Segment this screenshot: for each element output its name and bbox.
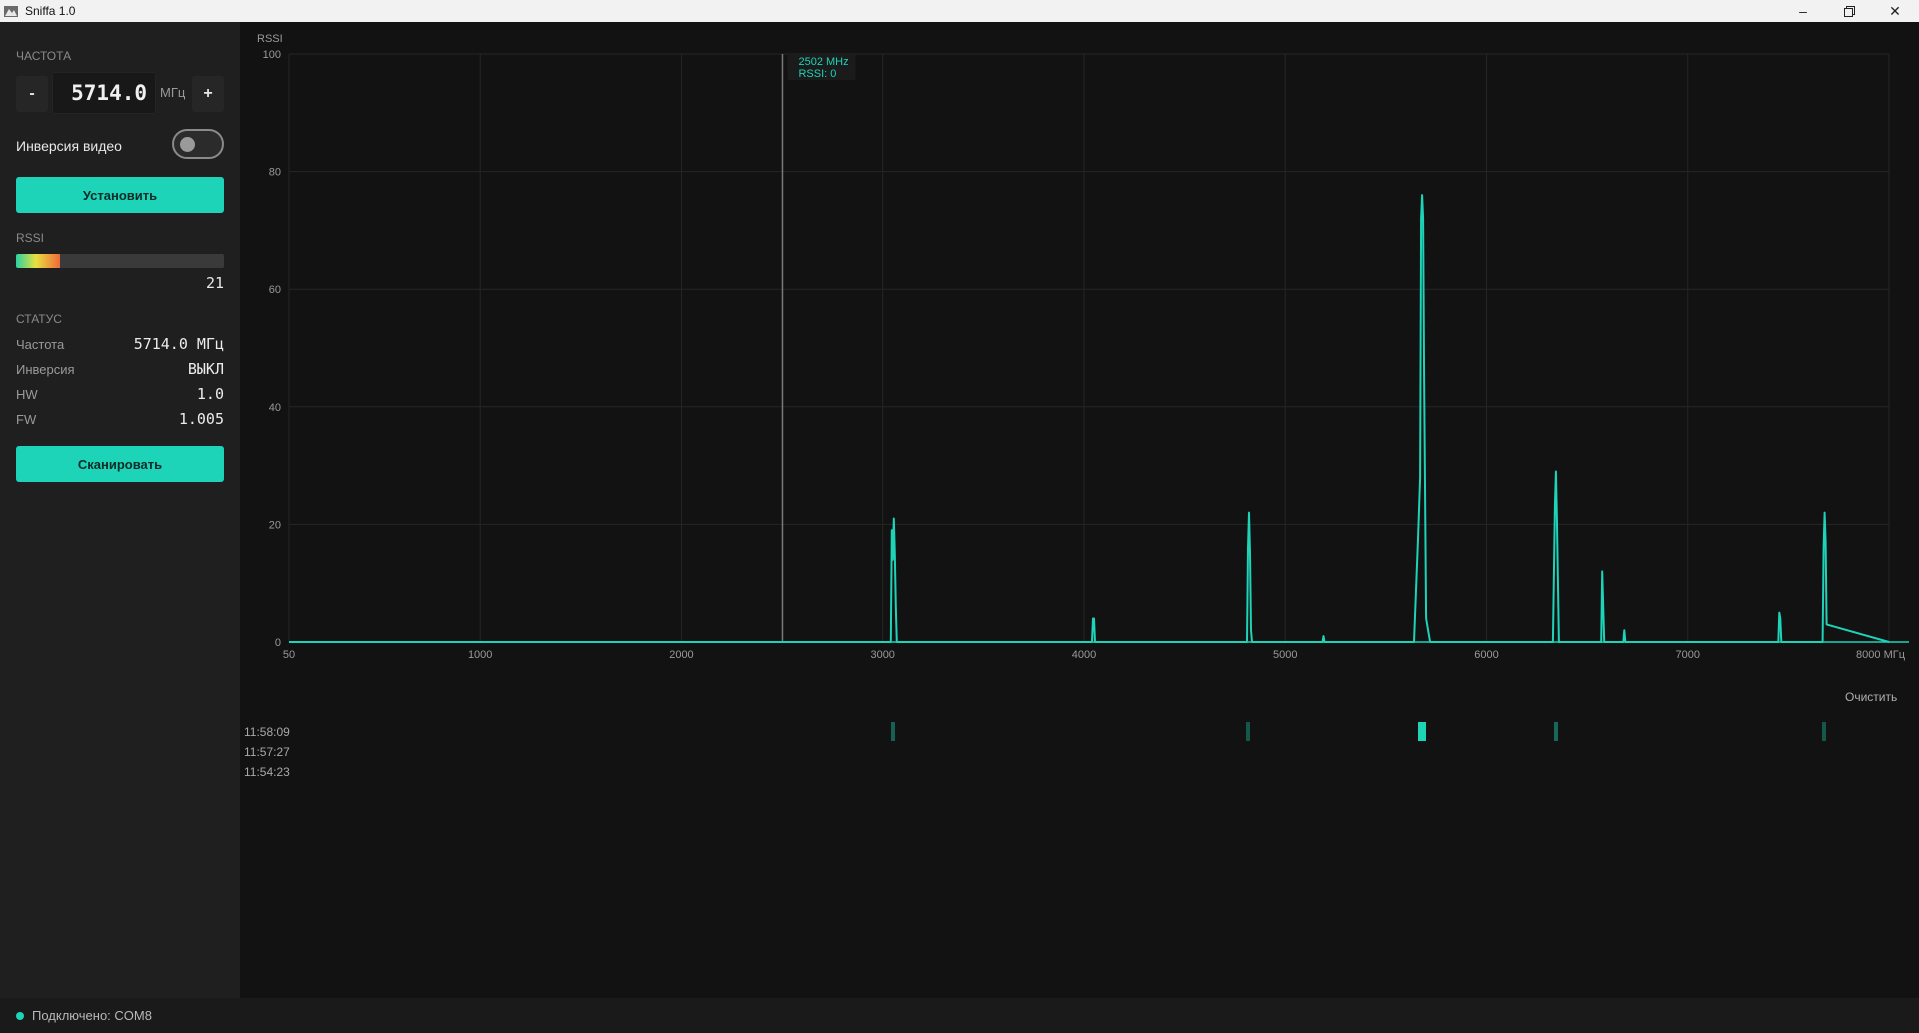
set-button[interactable]: Установить	[16, 177, 224, 213]
rssi-meter	[16, 254, 224, 268]
video-inversion-label: Инверсия видео	[16, 138, 122, 154]
minimize-icon[interactable]: –	[1780, 0, 1826, 22]
restore-icon[interactable]	[1826, 0, 1872, 22]
frequency-increment-button[interactable]: +	[192, 76, 224, 112]
waterfall-mark	[1245, 722, 1250, 741]
status-row-inversion: Инверсия ВЫКЛ	[16, 360, 224, 380]
x-tick-label: 7000	[1676, 649, 1700, 661]
status-key: FW	[16, 412, 37, 427]
video-inversion-toggle[interactable]	[172, 129, 224, 159]
scan-button[interactable]: Сканировать	[16, 446, 224, 482]
status-key: Частота	[16, 337, 65, 352]
status-value: 1.0	[196, 385, 224, 403]
status-key: Инверсия	[16, 362, 75, 377]
history-time: 11:54:23	[244, 765, 290, 779]
y-tick-label: 0	[275, 637, 281, 649]
history-time: 11:58:09	[244, 725, 290, 739]
connection-status-icon	[16, 1011, 24, 1020]
waterfall-mark	[1821, 722, 1826, 741]
waterfall-mark	[1553, 722, 1558, 741]
status-value: 1.005	[178, 410, 224, 428]
spectrum-chart[interactable]: 0 20 40 60 80 100 50 1000 2000 3000 4000 5000 6000 70…	[240, 22, 1919, 682]
history-time: 11:57:27	[244, 745, 290, 759]
status-bar: Подключено: COM8	[0, 998, 1919, 1033]
frequency-unit: МГц	[160, 85, 186, 100]
x-tick-label: 5000	[1273, 649, 1297, 661]
rssi-label: RSSI	[16, 231, 45, 245]
frequency-decrement-button[interactable]: -	[16, 76, 48, 112]
x-tick-label: 6000	[1474, 649, 1498, 661]
app-icon	[4, 6, 18, 17]
connection-status-text: Подключено: COM8	[32, 1008, 152, 1023]
status-section-label: СТАТУС	[16, 312, 62, 326]
x-tick-label: 2000	[669, 649, 693, 661]
y-tick-label: 40	[269, 402, 281, 414]
rssi-meter-fill	[16, 254, 60, 268]
y-tick-label: 20	[269, 519, 281, 531]
rssi-value: 21	[205, 274, 224, 292]
waterfall-mark	[1418, 722, 1427, 741]
frequency-section-label: ЧАСТОТА	[16, 49, 72, 63]
status-key: HW	[16, 387, 38, 402]
x-tick-label: 1000	[468, 649, 492, 661]
clear-history-button[interactable]: Очистить	[1845, 690, 1897, 704]
title-bar: Sniffa 1.0 – ✕	[0, 0, 1919, 22]
y-tick-label: 60	[269, 284, 281, 296]
status-row-frequency: Частота 5714.0 МГц	[16, 335, 224, 355]
status-value: 5714.0 МГц	[133, 335, 224, 353]
cursor-frequency-text: 2502 MHz	[798, 56, 848, 68]
y-axis-label: RSSI	[257, 33, 283, 45]
waterfall-mark	[890, 722, 895, 741]
x-tick-label: 8000 МГц	[1856, 649, 1906, 661]
x-tick-label: 50	[283, 649, 295, 661]
y-tick-label: 80	[269, 167, 281, 179]
spectrum-panel: 0 20 40 60 80 100 50 1000 2000 3000 4000 5000 6000 70…	[240, 22, 1919, 998]
cursor-rssi-text: RSSI: 0	[798, 68, 836, 80]
y-tick-label: 100	[263, 49, 281, 61]
rssi-series-line	[289, 194, 1890, 643]
toggle-knob	[180, 137, 195, 152]
close-icon[interactable]: ✕	[1872, 0, 1918, 22]
sidebar: ЧАСТОТА - МГц + Инверсия видео Установит…	[0, 22, 240, 998]
frequency-input[interactable]	[52, 72, 156, 114]
status-value: ВЫКЛ	[187, 360, 224, 378]
status-row-fw: FW 1.005	[16, 410, 224, 430]
x-tick-label: 3000	[870, 649, 894, 661]
x-tick-label: 4000	[1072, 649, 1096, 661]
window-title: Sniffa 1.0	[25, 4, 76, 18]
status-row-hw: HW 1.0	[16, 385, 224, 405]
